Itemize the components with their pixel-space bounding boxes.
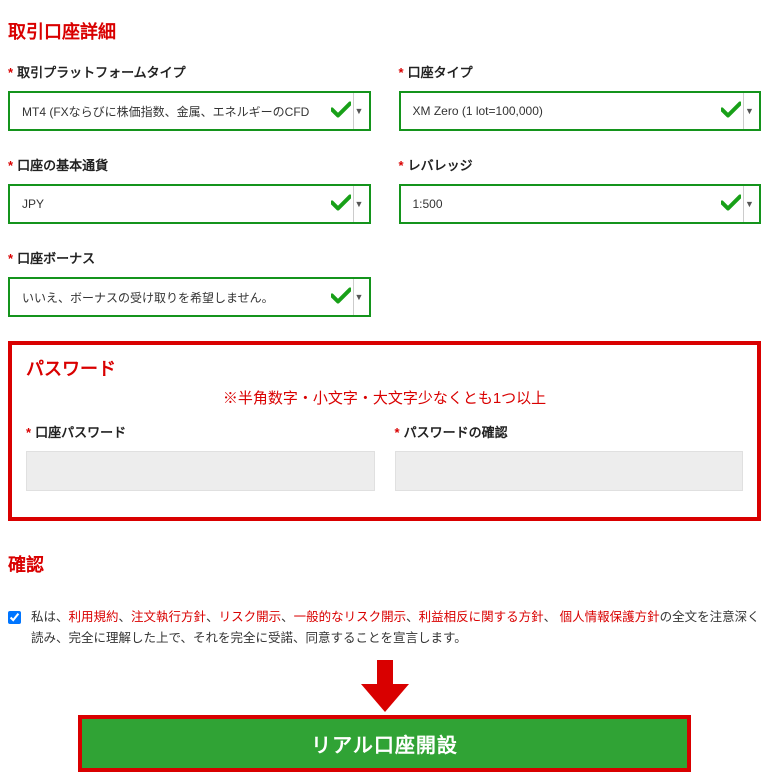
submit-button[interactable]: リアル口座開設 <box>82 719 687 768</box>
link-conflict[interactable]: 利益相反に関する方針 <box>419 610 544 624</box>
check-icon <box>331 288 351 307</box>
select-platform-type[interactable]: MT4 (FXならびに株価指数、金属、エネルギーのCFD ▼ <box>8 91 371 131</box>
confirm-text: 私は、利用規約、注文執行方針、リスク開示、一般的なリスク開示、利益相反に関する方… <box>31 607 761 650</box>
confirm-row: 私は、利用規約、注文執行方針、リスク開示、一般的なリスク開示、利益相反に関する方… <box>8 607 761 650</box>
section-title-confirm: 確認 <box>8 551 761 577</box>
password-input[interactable] <box>26 451 375 491</box>
label-password-confirm: *パスワードの確認 <box>395 422 744 441</box>
caret-down-icon: ▼ <box>743 93 755 129</box>
account-detail-section: 取引口座詳細 *取引プラットフォームタイプ MT4 (FXならびに株価指数、金属… <box>8 18 761 317</box>
select-leverage[interactable]: 1:500 ▼ <box>399 184 762 224</box>
label-account-type: *口座タイプ <box>399 62 762 81</box>
check-icon <box>331 195 351 214</box>
caret-down-icon: ▼ <box>353 93 365 129</box>
select-currency-value: JPY <box>22 197 333 211</box>
password-confirm-input[interactable] <box>395 451 744 491</box>
label-password: *口座パスワード <box>26 422 375 441</box>
check-icon <box>331 102 351 121</box>
link-privacy[interactable]: 個人情報保護方針 <box>560 610 660 624</box>
select-currency[interactable]: JPY ▼ <box>8 184 371 224</box>
check-icon <box>721 102 741 121</box>
label-platform-type: *取引プラットフォームタイプ <box>8 62 371 81</box>
select-platform-value: MT4 (FXならびに株価指数、金属、エネルギーのCFD <box>22 103 333 120</box>
caret-down-icon: ▼ <box>353 279 365 315</box>
link-general-risk[interactable]: 一般的なリスク開示 <box>294 610 407 624</box>
link-risk[interactable]: リスク開示 <box>219 610 282 624</box>
agree-checkbox[interactable] <box>8 610 21 625</box>
link-terms[interactable]: 利用規約 <box>69 610 119 624</box>
select-bonus[interactable]: いいえ、ボーナスの受け取りを希望しません。 ▼ <box>8 277 371 317</box>
section-title-password: パスワード <box>26 355 743 381</box>
select-leverage-value: 1:500 <box>413 197 724 211</box>
password-hint: ※半角数字・小文字・大文字少なくとも1つ以上 <box>26 387 743 408</box>
link-order-exec[interactable]: 注文執行方針 <box>131 610 206 624</box>
label-bonus: *口座ボーナス <box>8 248 371 267</box>
label-currency: *口座の基本通貨 <box>8 155 371 174</box>
arrow-down-icon <box>8 660 761 715</box>
caret-down-icon: ▼ <box>743 186 755 222</box>
select-account-type[interactable]: XM Zero (1 lot=100,000) ▼ <box>399 91 762 131</box>
confirm-section: 確認 私は、利用規約、注文執行方針、リスク開示、一般的なリスク開示、利益相反に関… <box>8 551 761 772</box>
section-title-account-detail: 取引口座詳細 <box>8 18 761 44</box>
submit-outline: リアル口座開設 <box>78 715 691 772</box>
select-account-type-value: XM Zero (1 lot=100,000) <box>413 104 724 118</box>
password-section: パスワード ※半角数字・小文字・大文字少なくとも1つ以上 *口座パスワード *パ… <box>8 341 761 521</box>
check-icon <box>721 195 741 214</box>
label-leverage: *レバレッジ <box>399 155 762 174</box>
select-bonus-value: いいえ、ボーナスの受け取りを希望しません。 <box>22 289 333 306</box>
caret-down-icon: ▼ <box>353 186 365 222</box>
